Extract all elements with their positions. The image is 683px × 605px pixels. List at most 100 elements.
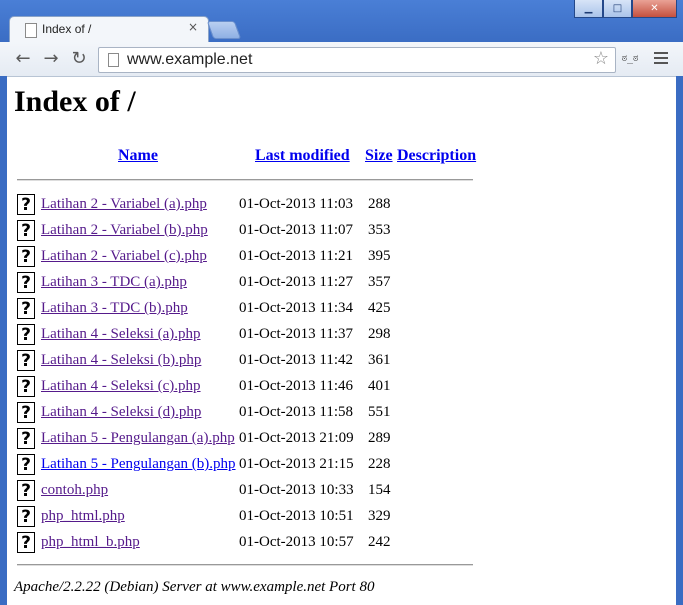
file-row: ? Latihan 3 - TDC (a).php 01-Oct-2013 11:2…: [17, 272, 477, 298]
file-size: 425: [368, 300, 391, 316]
file-size: 298: [368, 326, 391, 342]
file-link[interactable]: Latihan 3 - TDC (a).php: [41, 274, 187, 291]
file-row: ? Latihan 2 - Variabel (c).php 01-Oct-2013…: [17, 246, 477, 272]
file-modified: 01-Oct-2013 11:27: [239, 274, 354, 290]
file-modified: 01-Oct-2013 21:15: [239, 456, 354, 472]
file-size: 361: [368, 352, 391, 368]
file-size: 551: [368, 404, 391, 420]
file-modified: 01-Oct-2013 10:57: [239, 534, 354, 550]
unknown-file-icon[interactable]: ?: [17, 480, 35, 501]
unknown-file-icon[interactable]: ?: [17, 220, 35, 241]
file-link[interactable]: php_html.php: [41, 508, 125, 525]
address-url[interactable]: www.example.net: [127, 51, 252, 69]
file-modified: 01-Oct-2013 11:03: [239, 196, 354, 212]
file-link[interactable]: Latihan 2 - Variabel (c).php: [41, 248, 207, 265]
file-link[interactable]: Latihan 3 - TDC (b).php: [41, 300, 188, 317]
file-modified: 01-Oct-2013 11:07: [239, 222, 354, 238]
unknown-file-icon[interactable]: ?: [17, 194, 35, 215]
bookmark-star-icon[interactable]: ☆: [593, 48, 609, 69]
file-modified: 01-Oct-2013 11:42: [239, 352, 354, 368]
file-size: 395: [368, 248, 391, 264]
file-size: 228: [368, 456, 391, 472]
window-border-right: [676, 76, 683, 605]
footer-divider: [17, 564, 473, 566]
file-row: ? Latihan 3 - TDC (b).php 01-Oct-2013 11:3…: [17, 298, 477, 324]
file-row: ? Latihan 2 - Variabel (a).php 01-Oct-2013…: [17, 194, 477, 220]
file-size: 353: [368, 222, 391, 238]
reload-icon[interactable]: ↻: [68, 47, 90, 69]
unknown-file-icon[interactable]: ?: [17, 376, 35, 397]
column-name-link[interactable]: Name: [118, 147, 158, 165]
window-titlebar: ▁ □ ✕ Index of / ×: [0, 0, 683, 44]
unknown-file-icon[interactable]: ?: [17, 272, 35, 293]
file-size: 289: [368, 430, 391, 446]
unknown-file-icon[interactable]: ?: [17, 402, 35, 423]
file-modified: 01-Oct-2013 11:46: [239, 378, 354, 394]
window-border-left: [0, 76, 7, 605]
file-size: 329: [368, 508, 391, 524]
file-link[interactable]: Latihan 5 - Pengulangan (b).php: [41, 456, 236, 473]
column-last-modified-link[interactable]: Last modified: [255, 147, 350, 165]
file-modified: 01-Oct-2013 11:37: [239, 326, 354, 342]
file-link[interactable]: Latihan 2 - Variabel (a).php: [41, 196, 207, 213]
unknown-file-icon[interactable]: ?: [17, 298, 35, 319]
header-divider: [17, 179, 473, 181]
unknown-file-icon[interactable]: ?: [17, 506, 35, 527]
file-size: 357: [368, 274, 391, 290]
unknown-file-icon[interactable]: ?: [17, 532, 35, 553]
file-size: 288: [368, 196, 391, 212]
file-link[interactable]: php_html_b.php: [41, 534, 140, 551]
file-size: 242: [368, 534, 391, 550]
server-signature: Apache/2.2.22 (Debian) Server at www.exa…: [14, 579, 375, 595]
file-modified: 01-Oct-2013 11:34: [239, 300, 354, 316]
address-bar[interactable]: www.example.net ☆: [98, 47, 616, 73]
file-modified: 01-Oct-2013 10:51: [239, 508, 354, 524]
page-icon: [108, 53, 119, 67]
file-row: ? Latihan 4 - Seleksi (b).php 01-Oct-2013 …: [17, 350, 477, 376]
unknown-file-icon[interactable]: ?: [17, 324, 35, 345]
page-title: Index of /: [14, 85, 136, 118]
file-row: ? Latihan 4 - Seleksi (d).php 01-Oct-2013 …: [17, 402, 477, 428]
file-modified: 01-Oct-2013 11:21: [239, 248, 354, 264]
page-content: Index of / Name Last modified Size Descr…: [7, 77, 676, 605]
tab-close-icon[interactable]: ×: [188, 20, 198, 34]
browser-tab[interactable]: Index of / ×: [9, 16, 209, 43]
file-size: 401: [368, 378, 391, 394]
menu-icon[interactable]: [654, 52, 668, 67]
file-row: ? php_html_b.php 01-Oct-2013 10:57 242: [17, 532, 477, 558]
file-link[interactable]: Latihan 4 - Seleksi (b).php: [41, 352, 201, 369]
file-link[interactable]: Latihan 4 - Seleksi (a).php: [41, 326, 201, 343]
file-modified: 01-Oct-2013 11:58: [239, 404, 354, 420]
file-modified: 01-Oct-2013 21:09: [239, 430, 354, 446]
column-size-link[interactable]: Size: [365, 147, 393, 165]
unknown-file-icon[interactable]: ?: [17, 350, 35, 371]
file-row: ? Latihan 2 - Variabel (b).php 01-Oct-2013…: [17, 220, 477, 246]
file-size: 154: [368, 482, 391, 498]
back-arrow-icon[interactable]: ←: [12, 47, 34, 69]
file-modified: 01-Oct-2013 10:33: [239, 482, 354, 498]
file-link[interactable]: Latihan 4 - Seleksi (d).php: [41, 404, 201, 421]
extension-icon[interactable]: ಠ_ಠ: [619, 51, 641, 67]
unknown-file-icon[interactable]: ?: [17, 246, 35, 267]
column-description-link[interactable]: Description: [397, 147, 476, 165]
file-row: ? Latihan 5 - Pengulangan (b).php 01-Oct-2…: [17, 454, 477, 480]
file-link[interactable]: Latihan 2 - Variabel (b).php: [41, 222, 208, 239]
file-link[interactable]: Latihan 5 - Pengulangan (a).php: [41, 430, 235, 447]
file-row: ? contoh.php 01-Oct-2013 10:33 154: [17, 480, 477, 506]
tab-title: Index of /: [42, 22, 92, 36]
unknown-file-icon[interactable]: ?: [17, 454, 35, 475]
close-window-button[interactable]: ✕: [632, 0, 677, 18]
page-icon: [25, 23, 37, 38]
new-tab-button[interactable]: [206, 21, 242, 39]
file-link[interactable]: Latihan 4 - Seleksi (c).php: [41, 378, 201, 395]
file-row: ? Latihan 4 - Seleksi (c).php 01-Oct-2013 …: [17, 376, 477, 402]
minimize-button[interactable]: ▁: [574, 0, 603, 18]
forward-arrow-icon[interactable]: →: [40, 47, 62, 69]
file-row: ? Latihan 5 - Pengulangan (a).php 01-Oct-2…: [17, 428, 477, 454]
maximize-button[interactable]: □: [603, 0, 632, 18]
window-controls: ▁ □ ✕: [574, 0, 677, 18]
unknown-file-icon[interactable]: ?: [17, 428, 35, 449]
file-row: ? Latihan 4 - Seleksi (a).php 01-Oct-2013 …: [17, 324, 477, 350]
file-row: ? php_html.php 01-Oct-2013 10:51 329: [17, 506, 477, 532]
file-link[interactable]: contoh.php: [41, 482, 108, 499]
